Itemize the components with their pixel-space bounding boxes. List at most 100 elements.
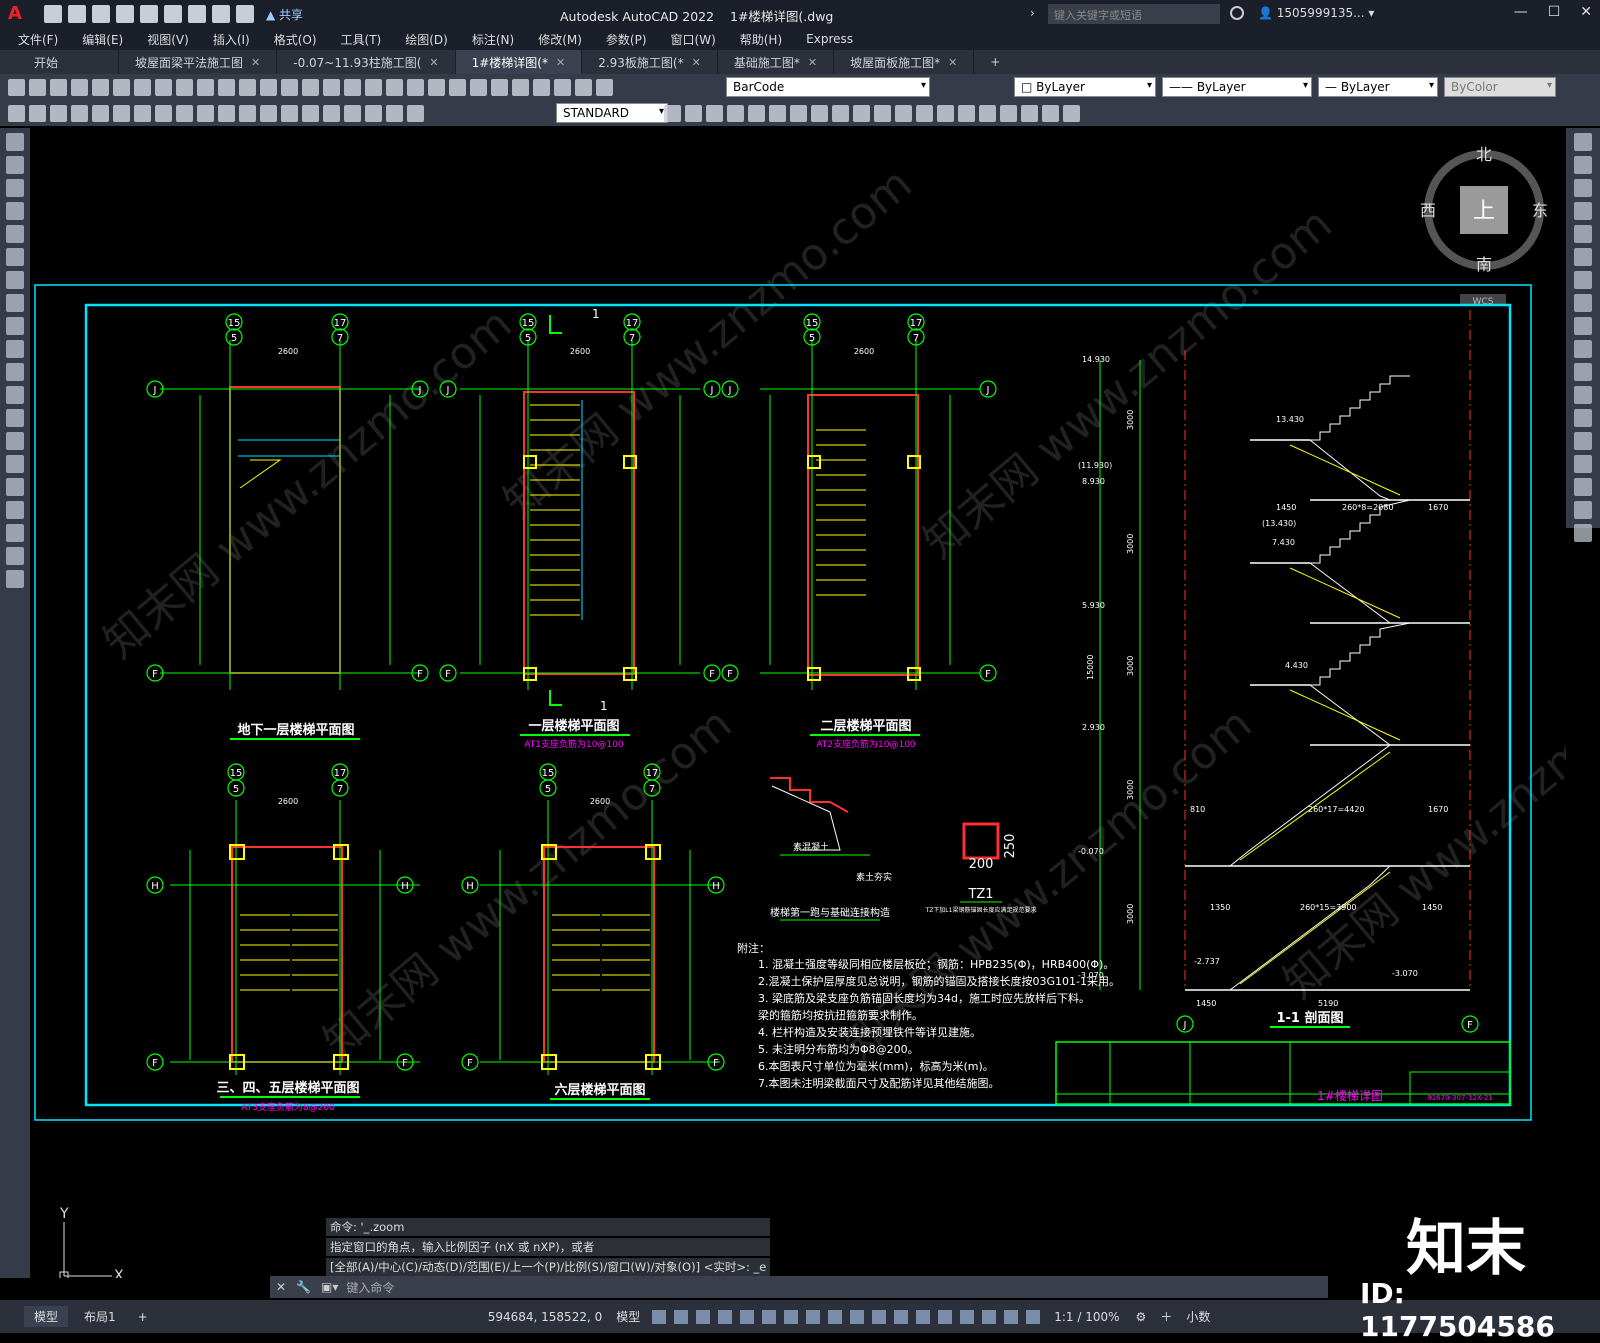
undo-icon[interactable] [260,78,277,96]
search-expand-icon[interactable]: › [1030,6,1035,20]
new-icon[interactable] [8,78,25,96]
extend-icon[interactable] [874,104,891,122]
text-style-dropdown[interactable]: STANDARD ▾ [556,103,668,123]
erase-icon[interactable] [1574,133,1592,151]
make-block-icon[interactable] [6,409,24,427]
design-center-icon[interactable] [407,78,424,96]
mirror-icon[interactable] [706,104,723,122]
plot-icon[interactable] [71,78,88,96]
pan-icon[interactable] [302,78,319,96]
mtext-icon[interactable] [6,547,24,565]
tab-foundation[interactable]: 基础施工图* ✕ [718,50,835,74]
angular-dim-icon[interactable] [155,104,172,122]
open-icon[interactable] [68,5,86,23]
mirror-icon[interactable] [1574,179,1592,197]
break-point-icon[interactable] [1574,386,1592,404]
gradient-icon[interactable] [6,478,24,496]
tab-stair-detail[interactable]: 1#楼梯详图(* ✕ [455,50,583,74]
customize-icon[interactable]: 🔧 [296,1280,311,1294]
undo-icon[interactable] [212,5,230,23]
move-icon[interactable] [769,104,786,122]
chamfer-icon[interactable] [1574,455,1592,473]
explode-icon[interactable] [1574,524,1592,542]
polygon-icon[interactable] [6,202,24,220]
viewcube-south[interactable]: 南 [1476,255,1492,274]
menu-express[interactable]: Express [806,32,853,46]
offset-icon[interactable] [727,104,744,122]
menu-modify[interactable]: 修改(M) [538,31,582,48]
linear-dim-icon[interactable] [8,104,25,122]
ellipse-arc-icon[interactable] [6,363,24,381]
tab-start[interactable]: 开始 [0,50,120,74]
extend-icon[interactable] [1574,363,1592,381]
add-layout-button[interactable]: + [138,1310,148,1324]
close-icon[interactable]: ✕ [1580,4,1592,20]
point-icon[interactable] [6,432,24,450]
3d-print-icon[interactable] [134,78,151,96]
lineweight-dropdown[interactable]: — ByLayer ▾ [1318,77,1438,97]
tab-column[interactable]: -0.07~11.93柱施工图(✕ [277,50,456,74]
selection-cycling-icon[interactable] [894,1309,909,1324]
dim-break-icon[interactable] [260,104,277,122]
join-icon[interactable] [916,104,933,122]
match-icon[interactable] [218,78,235,96]
array-icon[interactable] [748,104,765,122]
tab-layout1[interactable]: 布局1 [74,1306,126,1327]
close-tab-icon[interactable]: ✕ [251,56,260,69]
radius-dim-icon[interactable] [92,104,109,122]
viewcube-west[interactable]: 西 [1420,201,1436,220]
explode-icon[interactable] [979,104,996,122]
layer-properties-icon[interactable] [533,78,550,96]
properties-icon[interactable] [386,78,403,96]
blend-icon[interactable] [1574,501,1592,519]
new-tab-button[interactable]: + [974,50,1016,74]
plot-icon[interactable] [188,5,206,23]
cursor-coordinates[interactable]: 594684, 158522, 0 [488,1310,603,1324]
dynamic-input-icon[interactable] [718,1309,733,1324]
tab-roof-beam[interactable]: 坡屋面梁平法施工图 ✕ [119,50,278,74]
zoom-previous-icon[interactable] [365,78,382,96]
menu-dimension[interactable]: 标注(N) [472,31,514,48]
draw-order-icon[interactable] [1000,104,1017,122]
quick-dim-icon[interactable] [176,104,193,122]
help-icon[interactable] [512,78,529,96]
autocad-logo-icon[interactable]: A [8,3,30,25]
join-icon[interactable] [1574,432,1592,450]
new-icon[interactable] [44,5,62,23]
user-account[interactable]: 👤 1505999135... ▾ [1258,6,1374,20]
continue-dim-icon[interactable] [218,104,235,122]
arc-length-icon[interactable] [50,104,67,122]
annotation-scale[interactable]: 1:1 / 100% [1054,1310,1119,1324]
menu-insert[interactable]: 插入(I) [213,31,250,48]
break-icon[interactable] [895,104,912,122]
layer-dropdown[interactable]: BarCode ▾ [726,77,930,97]
menu-tools[interactable]: 工具(T) [341,31,382,48]
spline-icon[interactable] [6,317,24,335]
save-as-icon[interactable] [116,5,134,23]
linetype-dropdown[interactable]: —— ByLayer ▾ [1162,77,1312,97]
open-icon[interactable] [29,78,46,96]
annotation-visibility-icon[interactable] [1004,1309,1019,1324]
layer-on-icon[interactable] [554,78,571,96]
drawing-canvas[interactable]: 知末网 www.znzmo.com 知末网 www.znzmo.com 知末网 … [30,128,1566,1278]
table-icon[interactable] [6,524,24,542]
ortho-icon[interactable] [740,1309,755,1324]
insert-block-icon[interactable] [6,386,24,404]
rotate-icon[interactable] [790,104,807,122]
text-front-icon[interactable] [1063,104,1080,122]
dim-update-icon[interactable] [407,104,424,122]
region-icon[interactable] [6,501,24,519]
copy-object-icon[interactable] [685,104,702,122]
erase-icon[interactable] [664,104,681,122]
copy-icon[interactable] [176,78,193,96]
menu-file[interactable]: 文件(F) [18,31,58,48]
preview-icon[interactable] [92,78,109,96]
viewcube-north[interactable]: 北 [1476,145,1492,164]
auto-scale-icon[interactable] [1026,1309,1041,1324]
jogged-linear-icon[interactable] [344,104,361,122]
chamfer-icon[interactable] [937,104,954,122]
ordinate-dim-icon[interactable] [71,104,88,122]
tolerance-icon[interactable] [281,104,298,122]
layer-lock-icon[interactable] [596,78,613,96]
close-tab-icon[interactable]: ✕ [948,56,957,69]
